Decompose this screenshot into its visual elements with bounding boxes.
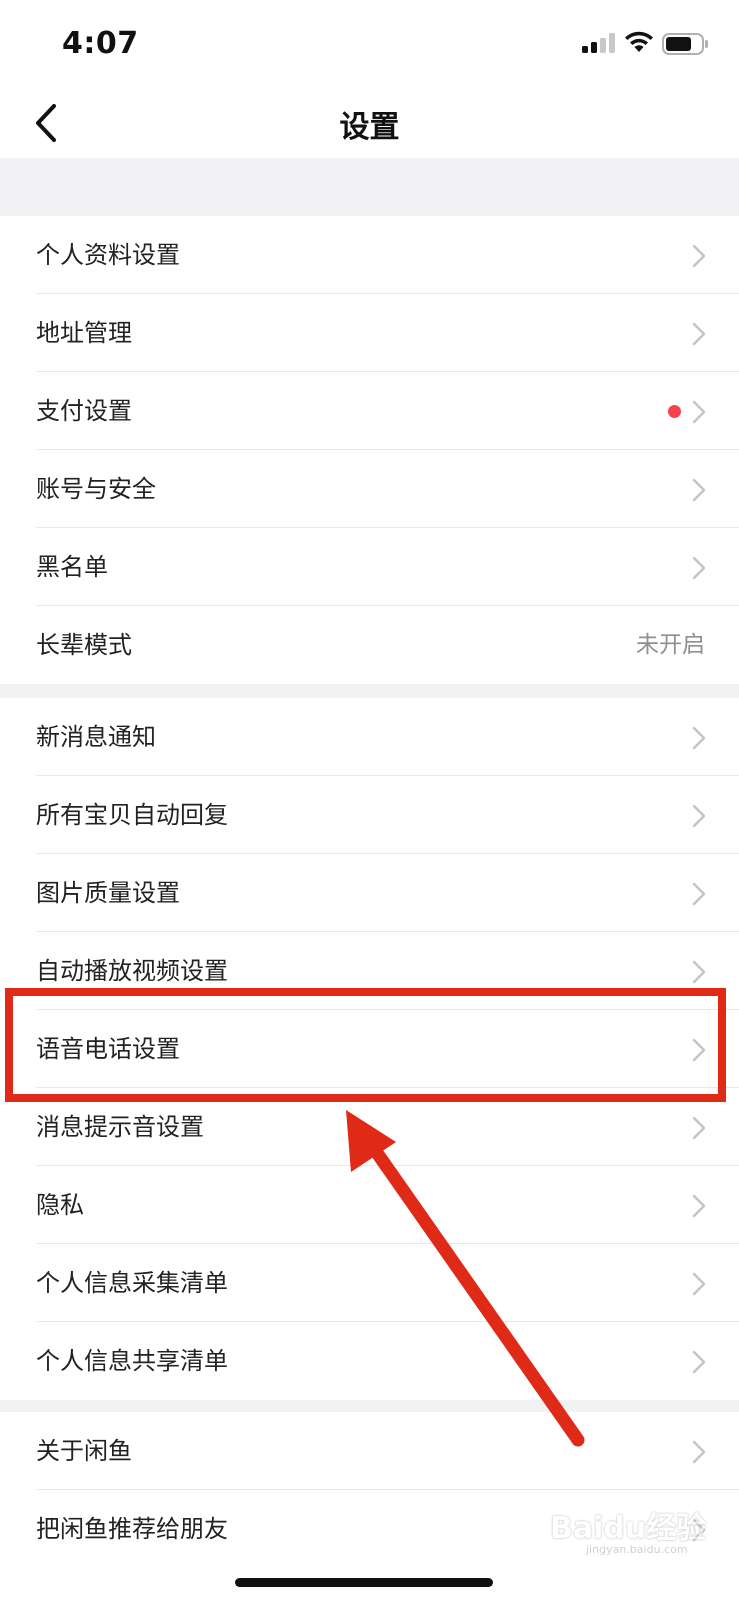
home-indicator[interactable]: [235, 1578, 493, 1587]
watermark-text: Baidu经验: [550, 1511, 707, 1546]
annotation-arrow-icon: [346, 1110, 585, 1447]
watermark: Baidu经验 jingyan.baidu.com: [550, 1503, 707, 1556]
watermark-subtext: jingyan.baidu.com: [586, 1543, 688, 1556]
